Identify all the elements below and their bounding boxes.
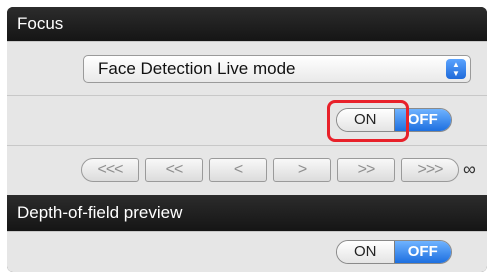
dof-onoff-toggle: ON OFF	[336, 240, 452, 264]
focus-near-medium-button[interactable]: <<	[145, 158, 203, 182]
infinity-icon: ∞	[463, 159, 476, 179]
focus-far-medium-button[interactable]: >>	[337, 158, 395, 182]
focus-section-header: Focus	[7, 7, 487, 41]
focus-near-small-button[interactable]: <	[209, 158, 267, 182]
dof-row: ON OFF	[7, 231, 487, 272]
focus-far-large-button[interactable]: >>>	[401, 158, 459, 182]
focus-mode-select[interactable]: Face Detection Live mode ▲ ▼	[83, 55, 471, 83]
focus-mode-select-value: Face Detection Live mode	[98, 59, 296, 78]
select-arrows-icon: ▲ ▼	[446, 59, 466, 79]
focus-onoff-row: ON OFF	[7, 95, 487, 145]
focus-far-small-button[interactable]: >	[273, 158, 331, 182]
focus-panel: Focus Face Detection Live mode ▲ ▼ ON OFF…	[7, 7, 487, 272]
focus-step-row: <<< << < > >> >>> ∞	[7, 145, 487, 195]
focus-stepper: <<< << < > >> >>>	[81, 158, 465, 182]
focus-mode-row: Face Detection Live mode ▲ ▼	[7, 41, 487, 95]
dof-on-button[interactable]: ON	[337, 241, 394, 263]
focus-near-large-button[interactable]: <<<	[81, 158, 139, 182]
highlight-box	[327, 100, 409, 142]
dof-section-header: Depth-of-field preview	[7, 195, 487, 231]
dof-off-button[interactable]: OFF	[393, 241, 451, 263]
